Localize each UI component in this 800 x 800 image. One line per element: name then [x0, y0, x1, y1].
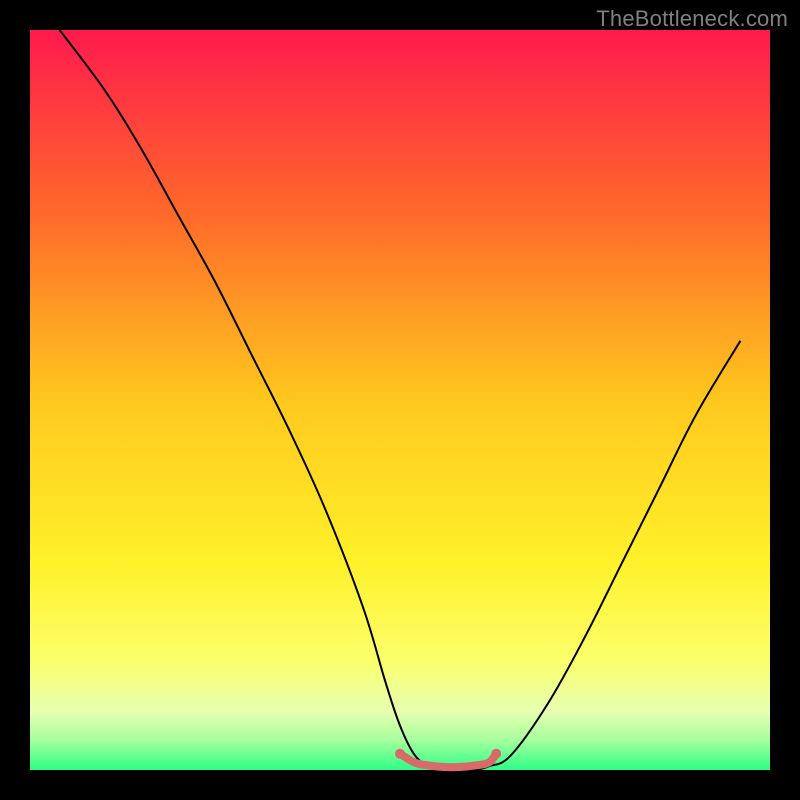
- marker-dot: [395, 749, 405, 759]
- watermark-text: TheBottleneck.com: [596, 6, 788, 32]
- bottleneck-chart: [0, 0, 800, 800]
- marker-dot: [491, 749, 501, 759]
- plot-background: [30, 30, 770, 770]
- chart-container: TheBottleneck.com: [0, 0, 800, 800]
